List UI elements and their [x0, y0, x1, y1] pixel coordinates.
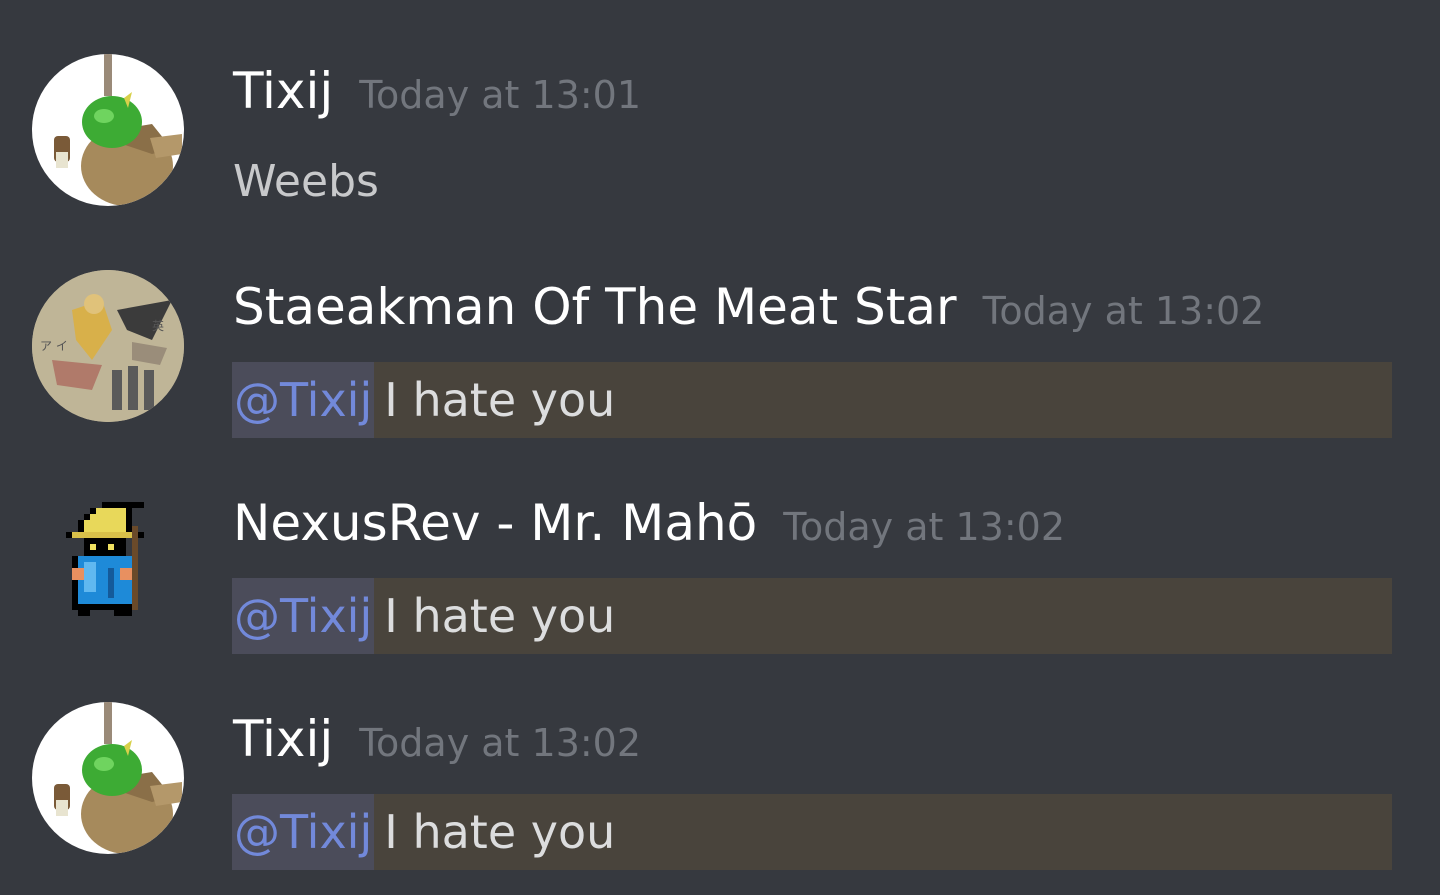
black-mage-avatar-icon[interactable]: [66, 502, 150, 622]
user-mention[interactable]: @Tixij: [232, 362, 375, 438]
message-text: I hate you: [384, 589, 616, 643]
author-name[interactable]: NexusRev - Mr. Mahō: [233, 494, 757, 552]
message-header: Staeakman Of The Meat Star Today at 13:02: [233, 282, 1264, 333]
message-content: @Tixij I hate you: [232, 794, 615, 870]
message-timestamp: Today at 13:02: [982, 289, 1265, 333]
message-mention-highlight: @Tixij I hate you: [232, 362, 1392, 438]
author-name[interactable]: Tixij: [233, 62, 333, 120]
svg-text:英: 英: [152, 319, 164, 333]
message-timestamp: Today at 13:01: [359, 73, 642, 117]
message-header: NexusRev - Mr. Mahō Today at 13:02: [233, 498, 1065, 549]
author-name[interactable]: Staeakman Of The Meat Star: [233, 278, 957, 336]
moogle-avatar-icon[interactable]: [32, 702, 184, 854]
message-timestamp: Today at 13:02: [359, 721, 642, 765]
svg-text:ア イ: ア イ: [40, 339, 68, 353]
message-content: Weebs: [233, 156, 379, 207]
moogle-avatar-icon[interactable]: [32, 54, 184, 206]
chat-message-list: Tixij Today at 13:01 Weebs ア イ 英 Staeakma: [0, 0, 1440, 895]
user-mention[interactable]: @Tixij: [232, 794, 375, 870]
message-text: I hate you: [384, 373, 616, 427]
message-content: @Tixij I hate you: [232, 362, 615, 438]
woodblock-print-avatar-icon[interactable]: ア イ 英: [32, 270, 184, 422]
message-header: Tixij Today at 13:02: [233, 714, 641, 765]
user-mention[interactable]: @Tixij: [232, 578, 375, 654]
author-name[interactable]: Tixij: [233, 710, 333, 768]
message-mention-highlight: @Tixij I hate you: [232, 794, 1392, 870]
message-text: I hate you: [384, 805, 616, 859]
message-timestamp: Today at 13:02: [783, 505, 1066, 549]
message-content: @Tixij I hate you: [232, 578, 615, 654]
message-header: Tixij Today at 13:01: [233, 66, 641, 117]
message-mention-highlight: @Tixij I hate you: [232, 578, 1392, 654]
